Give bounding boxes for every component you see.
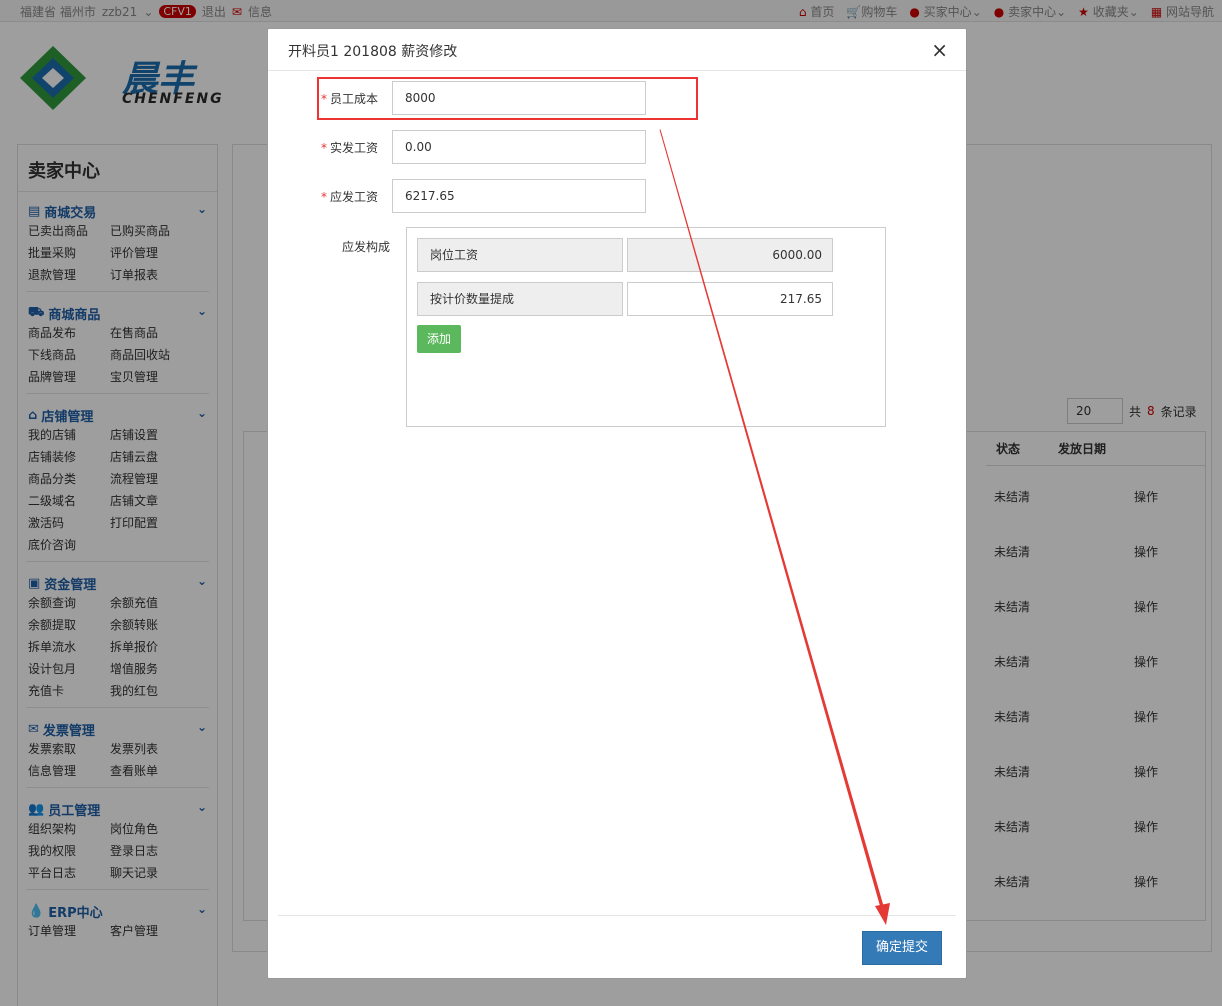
actual-pay-input[interactable]: 0.00 [392, 130, 646, 164]
salary-edit-modal: 开料员1 201808 薪资修改 × * 员工成本 8000 * 实发工资 0.00… [267, 28, 967, 979]
composition-value-input[interactable]: 217.65 [627, 282, 833, 316]
field-employee-cost: * 员工成本 8000 [268, 81, 646, 115]
composition-box: 岗位工资 6000.00 按计价数量提成 217.65 添加 [406, 227, 886, 427]
field-label: 实发工资 [329, 140, 378, 155]
field-payable-salary: * 应发工资 6217.65 [268, 179, 646, 213]
modal-header: 开料员1 201808 薪资修改 × [268, 29, 966, 71]
modal-title: 开料员1 201808 薪资修改 [288, 44, 458, 60]
field-actual-pay: * 实发工资 0.00 [268, 130, 646, 164]
composition-name: 按计价数量提成 [417, 282, 623, 316]
required-asterisk: * [320, 91, 327, 106]
composition-name: 岗位工资 [417, 238, 623, 272]
add-button[interactable]: 添加 [417, 325, 461, 353]
composition-row: 岗位工资 6000.00 [417, 238, 833, 272]
payable-salary-input[interactable]: 6217.65 [392, 179, 646, 213]
composition-row: 按计价数量提成 217.65 [417, 282, 833, 316]
modal-footer-divider [278, 915, 956, 916]
composition-label: 应发构成 [342, 240, 391, 254]
submit-button[interactable]: 确定提交 [862, 931, 942, 965]
close-icon[interactable]: × [931, 38, 948, 62]
composition-value: 6000.00 [627, 238, 833, 272]
required-asterisk: * [320, 140, 327, 155]
field-label: 应发工资 [329, 189, 378, 204]
employee-cost-input[interactable]: 8000 [392, 81, 646, 115]
field-label: 员工成本 [329, 91, 378, 106]
required-asterisk: * [320, 189, 327, 204]
